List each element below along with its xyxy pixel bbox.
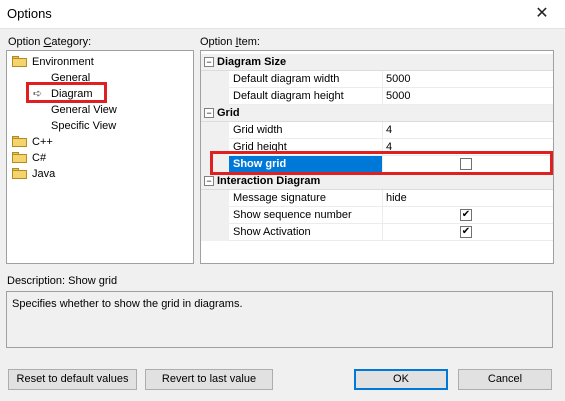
tree-item-label: General View <box>51 104 117 116</box>
property-name: Show Activation <box>229 224 383 241</box>
property-name: Show sequence number <box>229 207 383 224</box>
property-row[interactable]: Show sequence number ✔ <box>201 207 553 224</box>
collapse-icon[interactable]: − <box>204 176 214 186</box>
tree-item-label: Environment <box>32 56 94 68</box>
property-row[interactable]: Grid width 4 <box>201 122 553 139</box>
window-title: Options <box>7 6 52 21</box>
folder-icon <box>12 168 27 179</box>
folder-icon <box>12 136 27 147</box>
category-label: Diagram Size <box>217 56 287 68</box>
show-grid-highlight-box <box>210 151 553 175</box>
property-value[interactable]: ✔ <box>384 224 553 241</box>
revert-last-value-button[interactable]: Revert to last value <box>145 369 273 390</box>
property-row[interactable]: Show Activation ✔ <box>201 224 553 241</box>
collapse-icon[interactable]: − <box>204 57 214 67</box>
folder-icon <box>12 56 27 67</box>
tree-item-label: C++ <box>32 136 53 148</box>
reset-defaults-button[interactable]: Reset to default values <box>8 369 137 390</box>
tree-item-label: C# <box>32 152 47 164</box>
property-name: Message signature <box>229 190 383 207</box>
options-dialog: Options ✕ Option Category: Option Item: … <box>0 0 565 401</box>
tree-item-general-view[interactable]: General View <box>51 102 117 118</box>
property-row[interactable]: Message signature hide <box>201 190 553 207</box>
property-value[interactable]: 5000 <box>384 71 553 88</box>
property-value[interactable]: 4 <box>384 122 553 139</box>
property-value[interactable]: ✔ <box>384 207 553 224</box>
ok-button[interactable]: OK <box>354 369 448 390</box>
folder-icon <box>12 152 27 163</box>
property-name: Default diagram height <box>229 88 383 105</box>
property-row[interactable]: Default diagram width 5000 <box>201 71 553 88</box>
category-label: Grid <box>217 107 240 119</box>
close-icon[interactable]: ✕ <box>519 0 565 29</box>
property-name: Grid width <box>229 122 383 139</box>
tree-item-label: Specific View <box>51 120 117 132</box>
property-name: Default diagram width <box>229 71 383 88</box>
category-diagram-size[interactable]: − Diagram Size <box>201 54 553 71</box>
tree-item-specific-view[interactable]: Specific View <box>51 118 116 134</box>
category-label: Interaction Diagram <box>217 175 321 187</box>
property-value[interactable]: 5000 <box>384 88 553 105</box>
tree-item-label: Java <box>32 168 56 180</box>
show-sequence-number-checkbox[interactable]: ✔ <box>460 209 472 221</box>
description-text: Specifies whether to show the grid in di… <box>12 298 243 310</box>
description-box: Specifies whether to show the grid in di… <box>6 291 553 348</box>
option-category-label: Option Category: <box>8 36 92 48</box>
property-value[interactable]: hide <box>384 190 553 207</box>
property-row[interactable]: Default diagram height 5000 <box>201 88 553 105</box>
description-label: Description: Show grid <box>7 275 118 287</box>
category-grid[interactable]: − Grid <box>201 105 553 122</box>
cancel-button[interactable]: Cancel <box>458 369 552 390</box>
category-interaction-diagram[interactable]: − Interaction Diagram <box>201 173 553 190</box>
show-activation-checkbox[interactable]: ✔ <box>460 226 472 238</box>
collapse-icon[interactable]: − <box>204 108 214 118</box>
title-bar: Options ✕ <box>0 0 565 29</box>
diagram-highlight-box <box>26 82 107 103</box>
option-item-label: Option Item: <box>200 36 260 48</box>
